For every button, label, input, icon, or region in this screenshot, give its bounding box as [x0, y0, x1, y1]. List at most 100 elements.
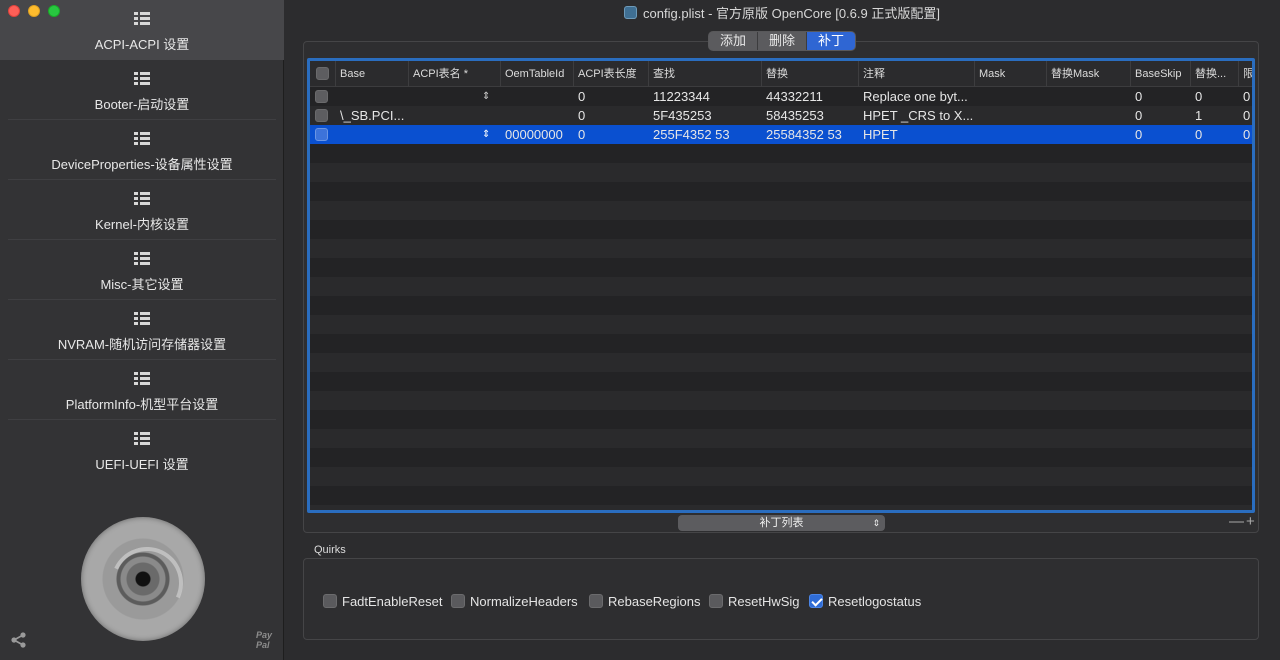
column-header[interactable]: BaseSkip	[1131, 61, 1191, 87]
quirk-checkbox[interactable]	[323, 594, 337, 608]
table-cell[interactable]: 0	[1191, 125, 1239, 144]
quirk-checkbox-checked[interactable]	[809, 594, 823, 608]
table-cell[interactable]: 0	[574, 106, 649, 125]
paypal-logo-text: Pal	[256, 640, 270, 650]
quirk-resetlogostatus[interactable]: Resetlogostatus	[809, 593, 921, 609]
quirk-checkbox[interactable]	[451, 594, 465, 608]
sidebar-item-booter[interactable]: Booter-启动设置	[0, 60, 284, 120]
table-cell[interactable]	[1047, 87, 1131, 106]
table-cell[interactable]: 00000000	[501, 125, 574, 144]
table-cell[interactable]	[501, 106, 574, 125]
table-row-selected[interactable]: ⇕ 00000000 0 255F4352 53 25584352 53 HPE…	[310, 125, 1252, 144]
select-all-column[interactable]	[310, 61, 336, 87]
updown-arrows-icon[interactable]: ⇕	[482, 125, 490, 144]
table-cell[interactable]: 25584352 53	[762, 125, 859, 144]
patch-table[interactable]: Base ACPI表名 * OemTableId ACPI表长度 查找 替换 注…	[307, 58, 1255, 513]
sidebar-item-nvram[interactable]: NVRAM-随机访问存储器设置	[0, 300, 284, 360]
table-cell[interactable]: 44332211	[762, 87, 859, 106]
updown-arrows-icon[interactable]: ⇕	[482, 87, 490, 106]
table-cell[interactable]	[1047, 125, 1131, 144]
tab-delete[interactable]: 删除	[758, 32, 808, 50]
column-header[interactable]: ACPI表名 *	[409, 61, 501, 87]
table-cell[interactable]: Replace one byt...	[859, 87, 975, 106]
empty-row	[310, 467, 1252, 486]
table-cell[interactable]	[1047, 106, 1131, 125]
table-cell[interactable]: 255F4352 53	[649, 125, 762, 144]
empty-row	[310, 429, 1252, 448]
table-cell[interactable]: HPET _CRS to X...	[859, 106, 975, 125]
table-cell[interactable]	[975, 125, 1047, 144]
sidebar-item-kernel[interactable]: Kernel-内核设置	[0, 180, 284, 240]
table-cell[interactable]	[409, 106, 501, 125]
table-cell[interactable]: \_SB.PCI...	[336, 106, 409, 125]
list-icon	[134, 131, 150, 146]
table-cell[interactable]: 11223344	[649, 87, 762, 106]
table-cell[interactable]	[336, 125, 409, 144]
column-header[interactable]: ACPI表长度	[574, 61, 649, 87]
quirk-rebaseregions[interactable]: RebaseRegions	[589, 593, 701, 609]
column-header[interactable]: Mask	[975, 61, 1047, 87]
column-header[interactable]: 替换Mask	[1047, 61, 1131, 87]
quirk-checkbox[interactable]	[589, 594, 603, 608]
table-header: Base ACPI表名 * OemTableId ACPI表长度 查找 替换 注…	[310, 61, 1252, 87]
column-header[interactable]: 注释	[859, 61, 975, 87]
table-cell[interactable]: HPET	[859, 125, 975, 144]
add-row-button[interactable]: +	[1246, 513, 1257, 530]
quirk-checkbox[interactable]	[709, 594, 723, 608]
paypal-logo-text: Pay	[256, 630, 273, 640]
table-cell[interactable]: 58435253	[762, 106, 859, 125]
table-cell[interactable]	[975, 106, 1047, 125]
sidebar-item-label: DeviceProperties-设备属性设置	[51, 156, 233, 172]
minimize-window-button[interactable]	[28, 5, 40, 17]
table-cell[interactable]: 0	[1239, 125, 1252, 144]
sidebar-item-label: ACPI-ACPI 设置	[94, 36, 190, 52]
table-cell[interactable]: 0	[1131, 125, 1191, 144]
sidebar-item-deviceproperties[interactable]: DeviceProperties-设备属性设置	[0, 120, 284, 180]
share-icon[interactable]	[10, 631, 28, 649]
quirk-resethwsig[interactable]: ResetHwSig	[709, 593, 800, 609]
sidebar-item-uefi[interactable]: UEFI-UEFI 设置	[0, 420, 284, 480]
table-row[interactable]: \_SB.PCI... 0 5F435253 58435253 HPET _CR…	[310, 106, 1252, 125]
list-icon	[134, 251, 150, 266]
table-cell[interactable]: 0	[1131, 87, 1191, 106]
column-header[interactable]: 替换	[762, 61, 859, 87]
patch-list-dropdown[interactable]: 补丁列表 ⇕	[678, 515, 885, 531]
column-header[interactable]: 替换...	[1191, 61, 1239, 87]
table-cell[interactable]: 0	[1239, 87, 1252, 106]
table-cell[interactable]: 0	[1239, 106, 1252, 125]
tab-patch[interactable]: 补丁	[807, 32, 856, 50]
sidebar-item-label: Misc-其它设置	[100, 276, 184, 292]
table-cell[interactable]: 1	[1191, 106, 1239, 125]
table-cell[interactable]: 0	[1131, 106, 1191, 125]
empty-row	[310, 239, 1252, 258]
table-cell[interactable]	[336, 87, 409, 106]
sidebar-item-misc[interactable]: Misc-其它设置	[0, 240, 284, 300]
tab-add[interactable]: 添加	[709, 32, 759, 50]
table-cell[interactable]: 0	[1191, 87, 1239, 106]
table-cell[interactable]: 5F435253	[649, 106, 762, 125]
zoom-window-button[interactable]	[48, 5, 60, 17]
row-enabled-checkbox[interactable]	[315, 128, 328, 141]
paypal-button[interactable]: Pay Pal	[256, 630, 272, 650]
column-header[interactable]: OemTableId	[501, 61, 574, 87]
quirk-normalizeheaders[interactable]: NormalizeHeaders	[451, 593, 578, 609]
table-cell[interactable]: 0	[574, 125, 649, 144]
table-cell[interactable]	[975, 87, 1047, 106]
select-all-checkbox[interactable]	[316, 67, 329, 80]
row-enabled-checkbox[interactable]	[315, 90, 328, 103]
empty-row	[310, 505, 1252, 510]
window-controls	[8, 5, 60, 17]
column-header[interactable]: Base	[336, 61, 409, 87]
column-header[interactable]: 查找	[649, 61, 762, 87]
column-header[interactable]: 限	[1239, 61, 1252, 87]
quirk-fadtenablereset[interactable]: FadtEnableReset	[323, 593, 442, 609]
close-window-button[interactable]	[8, 5, 20, 17]
remove-row-button[interactable]: —	[1229, 513, 1246, 530]
table-row[interactable]: ⇕ 0 11223344 44332211 Replace one byt...…	[310, 87, 1252, 106]
acpi-tab-control: 添加 删除 补丁	[708, 31, 857, 51]
table-cell[interactable]: 0	[574, 87, 649, 106]
empty-row	[310, 201, 1252, 220]
row-enabled-checkbox[interactable]	[315, 109, 328, 122]
sidebar-item-platforminfo[interactable]: PlatformInfo-机型平台设置	[0, 360, 284, 420]
table-cell[interactable]	[501, 87, 574, 106]
